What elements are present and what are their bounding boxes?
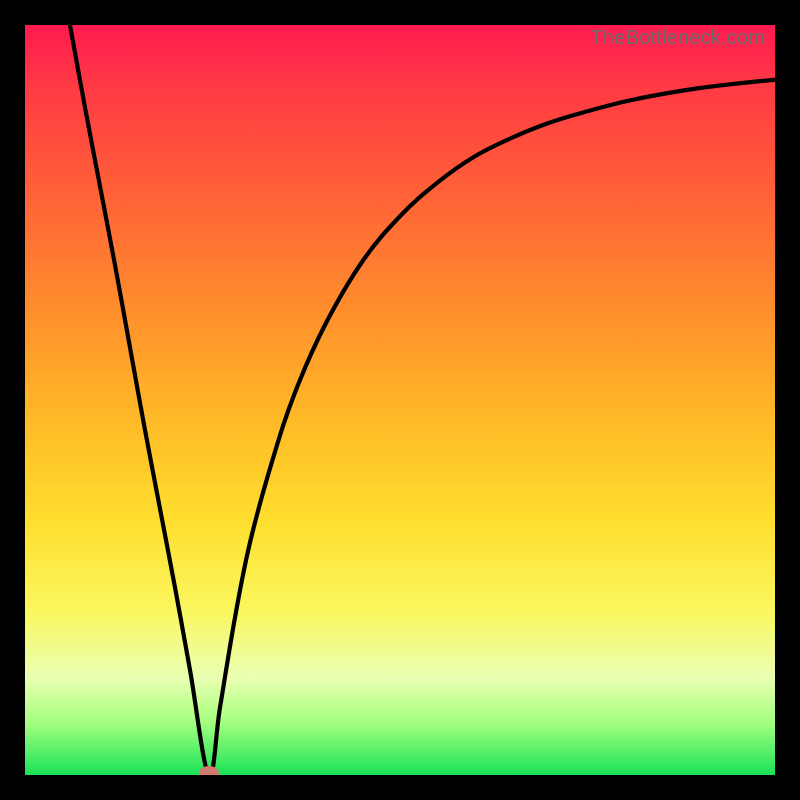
- plot-area: TheBottleneck.com: [25, 25, 775, 775]
- curve-svg: [25, 25, 775, 775]
- chart-frame: TheBottleneck.com: [0, 0, 800, 800]
- bottleneck-curve: [70, 25, 775, 775]
- optimum-marker: [199, 766, 219, 775]
